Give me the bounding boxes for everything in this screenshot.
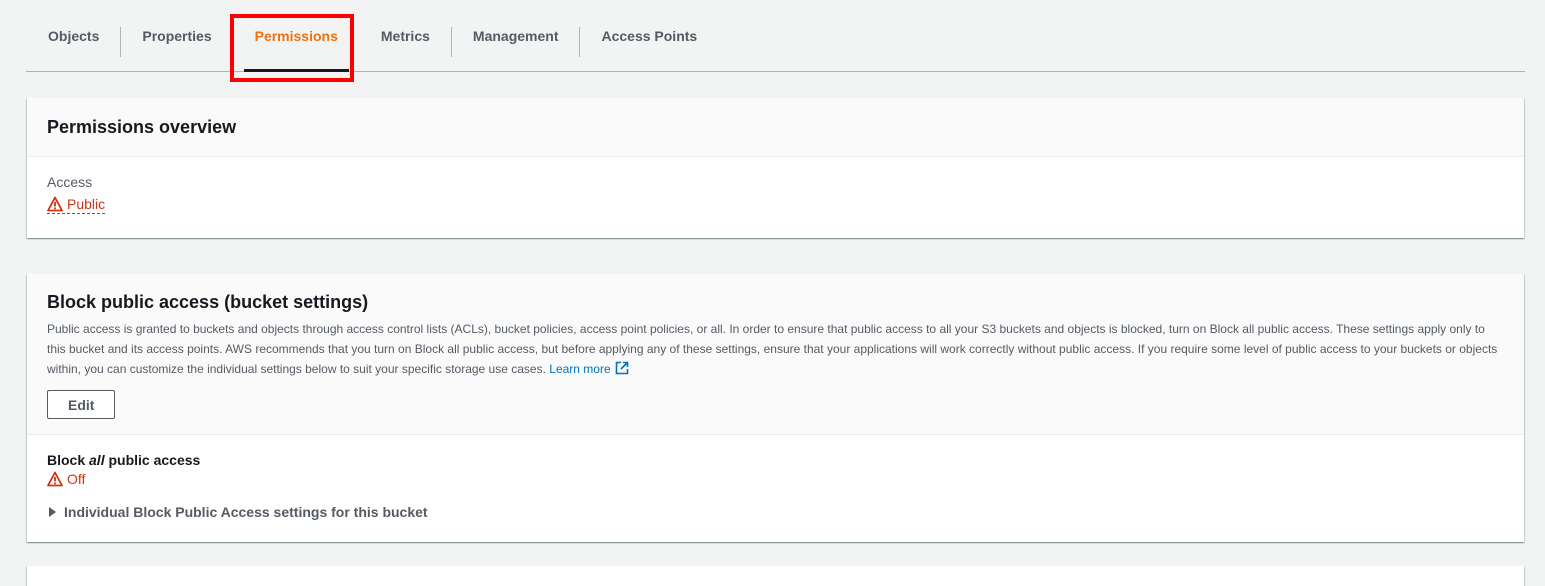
external-link-icon — [615, 361, 628, 375]
tab-properties[interactable]: Properties — [121, 0, 232, 72]
permissions-overview-title: Permissions overview — [47, 116, 237, 137]
access-status[interactable]: Public — [47, 196, 106, 214]
access-label: Access — [47, 174, 93, 190]
tab-permissions[interactable]: Permissions — [234, 0, 359, 72]
label-suffix: public access — [104, 452, 201, 468]
panel-body: Access Public — [27, 157, 1524, 234]
learn-more-text: Learn more — [549, 362, 611, 376]
description-text: Public access is granted to buckets and … — [47, 322, 1498, 376]
caret-right-icon — [49, 507, 56, 517]
tab-access-points[interactable]: Access Points — [580, 0, 718, 72]
block-public-access-panel: Block public access (bucket settings) Pu… — [27, 274, 1524, 542]
tab-metrics[interactable]: Metrics — [360, 0, 451, 72]
block-all-status-value: Off — [67, 471, 86, 487]
block-public-access-title: Block public access (bucket settings) — [47, 292, 369, 312]
warning-icon — [47, 471, 63, 487]
panel-body: Block all public access Off Individual B… — [27, 435, 1524, 537]
warning-icon — [47, 196, 63, 212]
permissions-overview-panel: Permissions overview Access Public — [27, 98, 1524, 238]
tab-objects[interactable]: Objects — [26, 0, 120, 72]
edit-button[interactable]: Edit — [47, 390, 116, 419]
label-prefix: Block — [47, 452, 90, 468]
next-panel — [27, 566, 1524, 586]
panel-header: Block public access (bucket settings) Pu… — [27, 274, 1524, 435]
block-all-status: Off — [47, 471, 85, 487]
block-all-public-access-label: Block all public access — [47, 452, 1504, 468]
access-value: Public — [67, 196, 106, 212]
tab-management[interactable]: Management — [452, 0, 580, 72]
panel-header: Permissions overview — [27, 98, 1524, 157]
learn-more-link[interactable]: Learn more — [549, 361, 628, 376]
individual-settings-label: Individual Block Public Access settings … — [64, 504, 428, 520]
block-public-access-description: Public access is granted to buckets and … — [47, 319, 1504, 379]
tab-bar: Objects Properties Permissions Metrics M… — [26, 0, 1525, 72]
individual-settings-expander[interactable]: Individual Block Public Access settings … — [47, 504, 1504, 520]
label-emphasis: all — [89, 452, 105, 468]
